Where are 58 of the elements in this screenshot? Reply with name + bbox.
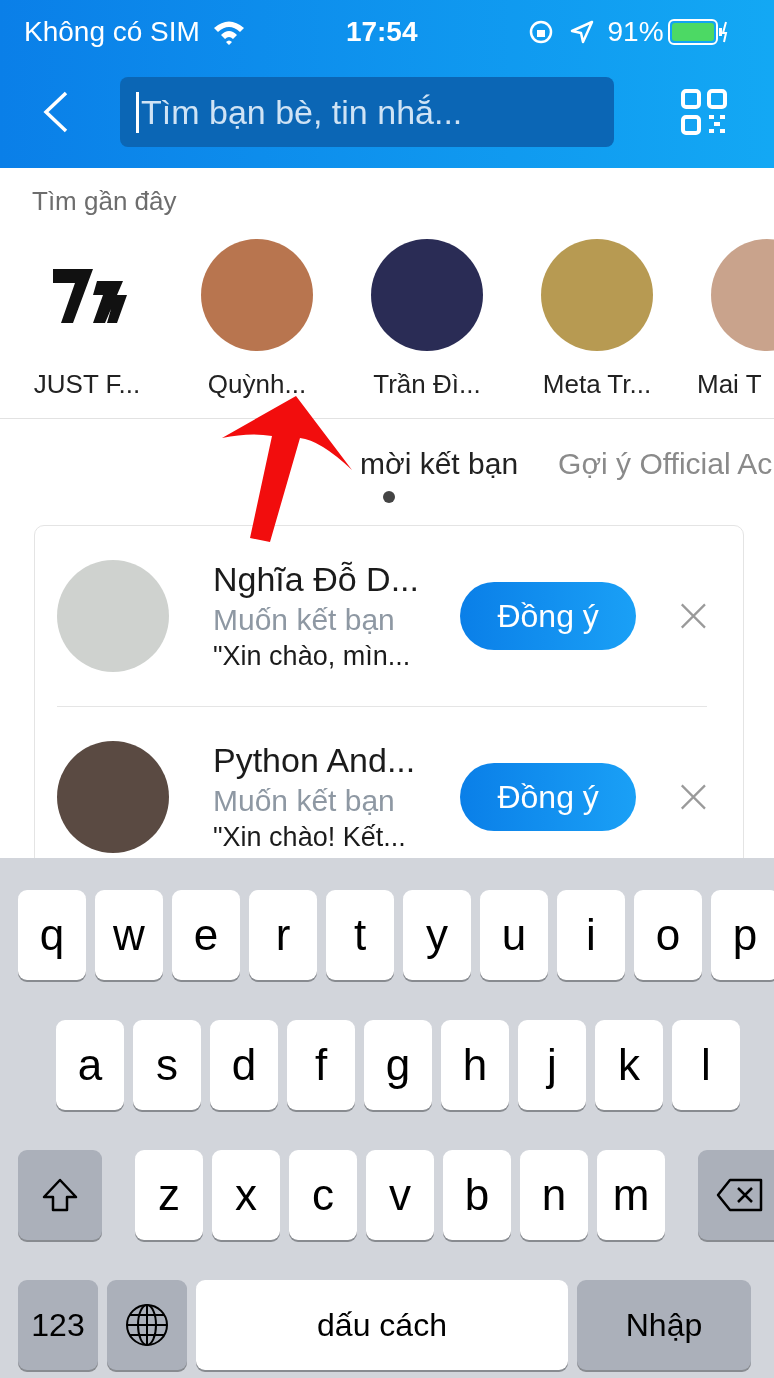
- request-status: Muốn kết bạn: [213, 784, 396, 818]
- keyboard-key[interactable]: r: [249, 890, 317, 980]
- keyboard-key[interactable]: a: [56, 1020, 124, 1110]
- shift-icon: [41, 1177, 79, 1213]
- globe-key[interactable]: [107, 1280, 187, 1370]
- keyboard-key[interactable]: w: [95, 890, 163, 980]
- battery-icon: [667, 18, 728, 46]
- numbers-key[interactable]: 123: [18, 1280, 98, 1370]
- keyboard-key[interactable]: e: [172, 890, 240, 980]
- keyboard-key[interactable]: s: [133, 1020, 201, 1110]
- keyboard-key[interactable]: u: [480, 890, 548, 980]
- keyboard-key[interactable]: t: [326, 890, 394, 980]
- contact-name: Trần Đì...: [373, 369, 481, 400]
- shift-key[interactable]: [18, 1150, 102, 1240]
- rotation-lock-icon: [527, 19, 554, 45]
- close-icon[interactable]: [680, 601, 707, 631]
- keyboard-key[interactable]: x: [212, 1150, 280, 1240]
- keyboard-key[interactable]: c: [289, 1150, 357, 1240]
- close-icon[interactable]: [680, 782, 707, 812]
- keyboard-key[interactable]: b: [443, 1150, 511, 1240]
- contact-name: Quỳnh...: [207, 369, 307, 400]
- return-key[interactable]: Nhập: [577, 1280, 751, 1370]
- space-key[interactable]: dấu cách: [196, 1280, 568, 1370]
- keyboard-key[interactable]: f: [287, 1020, 355, 1110]
- request-status: Muốn kết bạn: [213, 603, 396, 637]
- keyboard-key[interactable]: l: [672, 1020, 740, 1110]
- backspace-key[interactable]: [698, 1150, 774, 1240]
- keyboard-key[interactable]: y: [403, 890, 471, 980]
- requester-name: Nghĩa Đỗ D...: [213, 560, 420, 599]
- recent-searches-title: Tìm gần đây: [32, 186, 178, 217]
- keyboard-key[interactable]: m: [597, 1150, 665, 1240]
- keyboard-key[interactable]: v: [366, 1150, 434, 1240]
- carrier-text: Không có SIM: [24, 16, 200, 48]
- battery-text: 91%: [607, 16, 664, 48]
- clock-text: 17:54: [345, 16, 418, 48]
- keyboard-key[interactable]: q: [18, 890, 86, 980]
- search-field[interactable]: Tìm bạn bè, tin nhắ...: [120, 77, 614, 147]
- keyboard-key[interactable]: p: [711, 890, 774, 980]
- qr-code-icon[interactable]: [680, 88, 728, 136]
- contact-name: JUST F...: [33, 369, 141, 400]
- request-message: "Xin chào, mìn...: [213, 641, 412, 672]
- globe-icon: [124, 1302, 170, 1348]
- requester-name: Python And...: [213, 741, 417, 780]
- keyboard-key[interactable]: d: [210, 1020, 278, 1110]
- location-icon: [569, 20, 594, 44]
- contact-name: Mai T: [697, 369, 762, 400]
- keyboard-key[interactable]: h: [441, 1020, 509, 1110]
- keyboard-key[interactable]: z: [135, 1150, 203, 1240]
- keyboard-key[interactable]: k: [595, 1020, 663, 1110]
- tab[interactable]: mời kết bạn: [360, 447, 519, 503]
- keyboard-key[interactable]: i: [557, 890, 625, 980]
- contact-name: Meta Tr...: [542, 369, 652, 400]
- keyboard-key[interactable]: o: [634, 890, 702, 980]
- keyboard-key[interactable]: j: [518, 1020, 586, 1110]
- request-message: "Xin chào! Kết...: [213, 822, 407, 853]
- keyboard-key[interactable]: g: [364, 1020, 432, 1110]
- keyboard-key[interactable]: n: [520, 1150, 588, 1240]
- backspace-icon: [716, 1178, 764, 1212]
